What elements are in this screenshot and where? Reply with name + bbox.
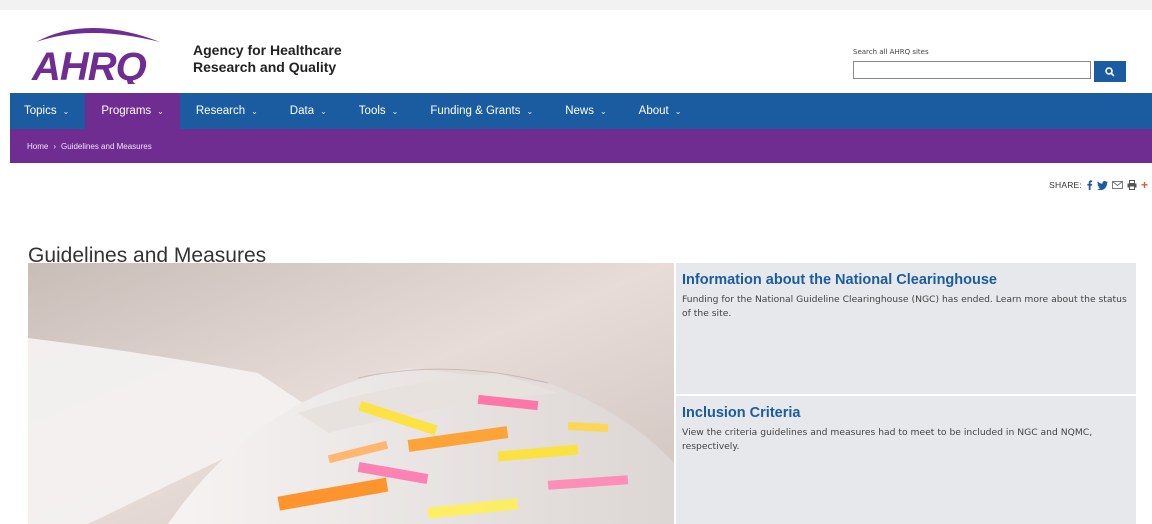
chevron-down-icon: ⌄ [157, 106, 164, 116]
nav-label: Research [195, 105, 246, 117]
card-inclusion-criteria[interactable]: Inclusion Criteria View the criteria gui… [676, 396, 1136, 524]
print-icon[interactable] [1127, 180, 1137, 190]
ahrq-logo[interactable]: AHRQ [28, 20, 188, 84]
search-icon [1105, 66, 1115, 77]
logo-text: AHRQ [31, 45, 147, 84]
nav-label: Tools [358, 105, 386, 117]
agency-line-2: Research and Quality [193, 59, 337, 75]
card-body: View the criteria guidelines and measure… [682, 427, 1093, 452]
card-title[interactable]: Inclusion Criteria [682, 405, 1130, 422]
nav-label: About [638, 105, 669, 117]
chevron-down-icon: ⌄ [251, 106, 258, 116]
chevron-down-icon: ⌄ [599, 106, 607, 116]
site-header: AHRQ Agency for Healthcare Research and … [10, 10, 1152, 93]
email-icon[interactable] [1111, 181, 1123, 189]
share-label: SHARE: [1049, 180, 1082, 190]
search-input[interactable] [853, 61, 1091, 79]
breadcrumb: Home › Guidelines and Measures [10, 129, 1152, 163]
main-nav: Topics ⌄ Programs ⌄ Research ⌄ Data ⌄ Tools ⌄… [10, 93, 1152, 129]
card-title[interactable]: Information about the National Clearingh… [682, 272, 1130, 289]
page: AHRQ Agency for Healthcare Research and … [10, 10, 1152, 524]
chevron-down-icon: ⌄ [62, 106, 70, 116]
chevron-down-icon: ⌄ [526, 106, 534, 116]
nav-label: Data [289, 105, 315, 117]
card-body: Funding for the National Guideline Clear… [682, 294, 1127, 319]
nav-topics[interactable]: Topics ⌄ [10, 93, 85, 129]
breadcrumb-current: Guidelines and Measures [61, 141, 152, 151]
nav-label: Topics [24, 105, 57, 117]
facebook-icon[interactable] [1086, 180, 1093, 190]
nav-research[interactable]: Research ⌄ [180, 93, 274, 129]
agency-line-1: Agency for Healthcare [193, 42, 342, 58]
chevron-down-icon: ⌄ [320, 106, 327, 116]
nav-data[interactable]: Data ⌄ [274, 93, 343, 129]
nav-programs[interactable]: Programs ⌄ [85, 93, 180, 129]
chevron-right-icon: › [53, 141, 57, 151]
chevron-down-icon: ⌄ [674, 106, 682, 116]
nav-about[interactable]: About ⌄ [623, 93, 698, 129]
nav-news[interactable]: News ⌄ [549, 93, 622, 129]
card-national-clearinghouse[interactable]: Information about the National Clearingh… [676, 263, 1136, 394]
search-button[interactable] [1094, 61, 1126, 82]
nav-tools[interactable]: Tools ⌄ [343, 93, 415, 129]
agency-name: Agency for Healthcare Research and Quali… [193, 42, 342, 76]
plus-share-icon[interactable]: + [1141, 178, 1148, 192]
nav-label: Funding & Grants [430, 105, 521, 117]
hero-image [28, 263, 674, 524]
nav-label: Programs [101, 105, 152, 117]
top-strip [0, 0, 1152, 10]
search-label: Search all AHRQ sites [853, 48, 929, 56]
nav-funding-grants[interactable]: Funding & Grants ⌄ [414, 93, 549, 129]
chevron-down-icon: ⌄ [391, 106, 399, 116]
twitter-icon[interactable] [1096, 180, 1108, 190]
nav-label: News [565, 105, 594, 117]
share-bar: SHARE: + [1049, 178, 1148, 192]
info-cards: Information about the National Clearingh… [676, 263, 1136, 524]
breadcrumb-home[interactable]: Home [27, 142, 48, 151]
